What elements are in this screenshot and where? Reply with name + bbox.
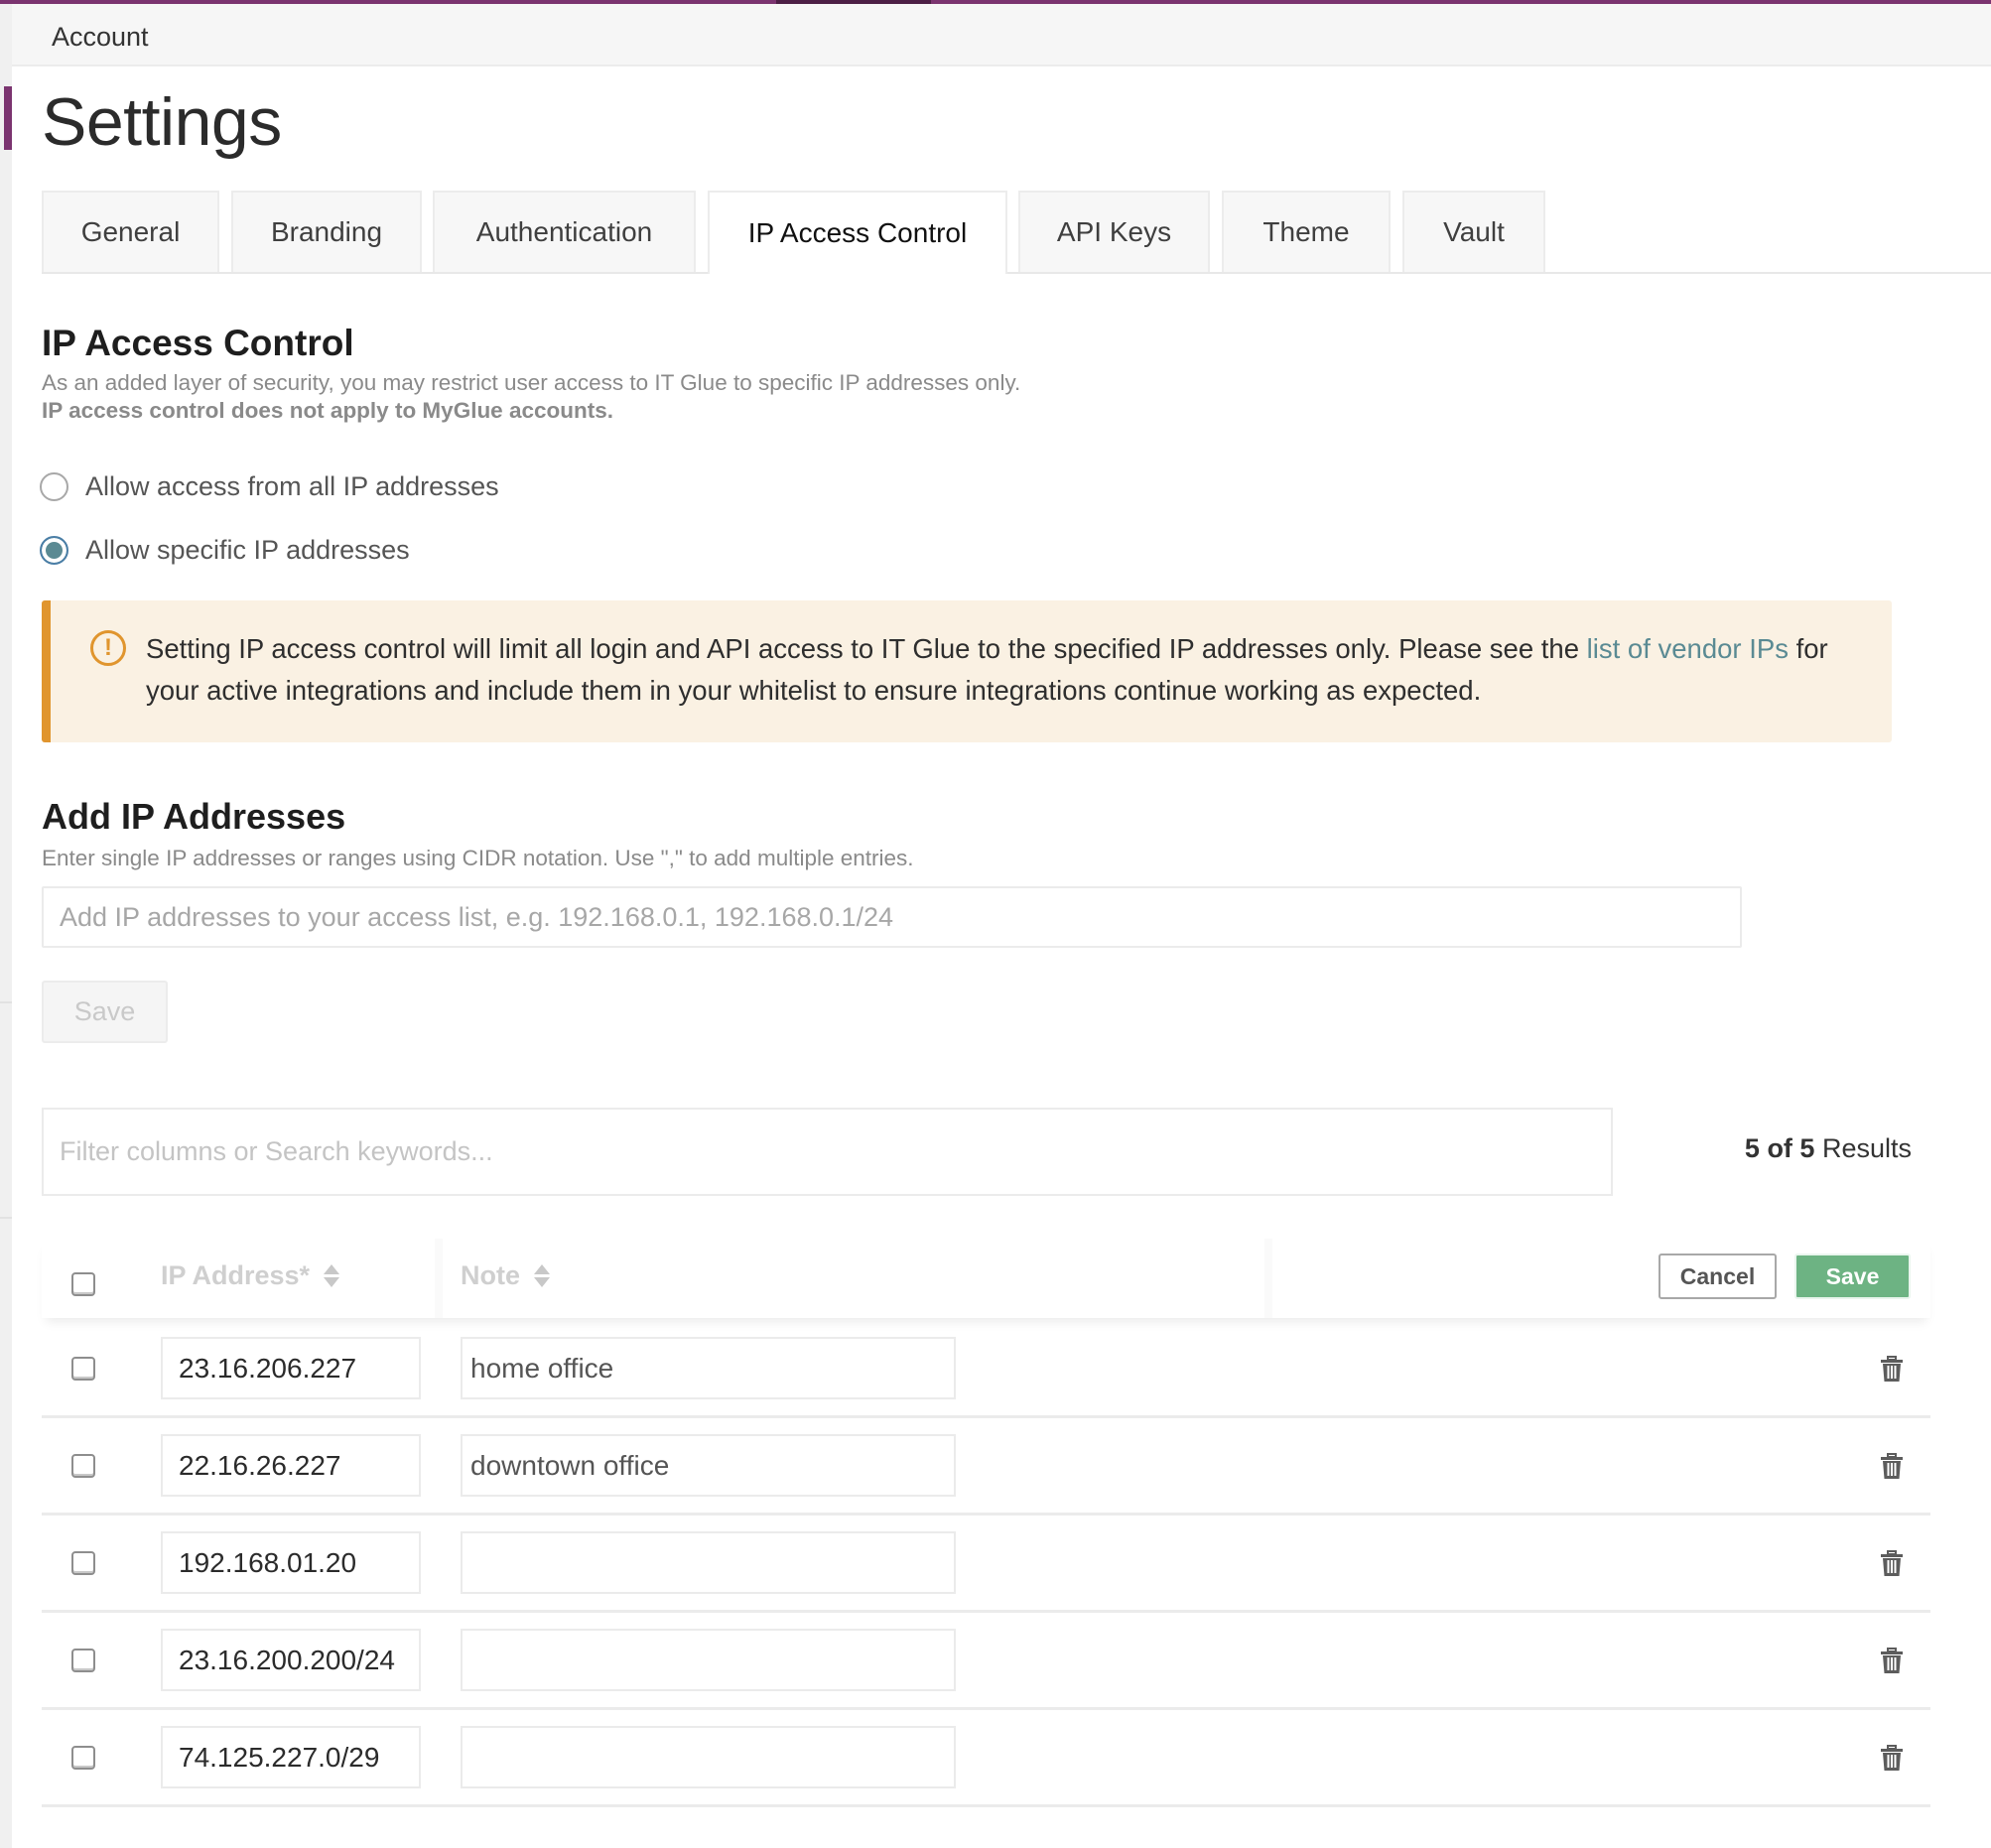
note-input[interactable] [461, 1726, 956, 1788]
sort-icon[interactable] [534, 1264, 550, 1287]
trash-icon[interactable] [1880, 1549, 1904, 1577]
select-all-checkbox[interactable] [71, 1272, 95, 1296]
table-row [42, 1418, 1930, 1516]
table-row [42, 1321, 1930, 1418]
column-divider [1264, 1239, 1272, 1318]
note-input[interactable] [461, 1629, 956, 1691]
section-note: IP access control does not apply to MyGl… [42, 398, 613, 423]
results-label: Results [1814, 1133, 1912, 1163]
table-header: IP Address* Note Cancel Save [42, 1239, 1930, 1318]
ip-address-input[interactable] [161, 1434, 421, 1497]
page-header: Account [12, 4, 1991, 66]
trash-icon[interactable] [1880, 1647, 1904, 1674]
table-row [42, 1516, 1930, 1613]
radio-unchecked[interactable] [40, 472, 68, 501]
row-checkbox[interactable] [71, 1746, 95, 1770]
left-sidebar-strip [0, 4, 12, 1848]
tab-branding[interactable]: Branding [231, 191, 422, 272]
alert-text: Setting IP access control will limit all… [146, 628, 1853, 712]
radio-label: Allow access from all IP addresses [85, 471, 499, 501]
tab-api-keys[interactable]: API Keys [1018, 191, 1210, 272]
results-count: 5 of 5 Results [1745, 1133, 1912, 1164]
tab-vault[interactable]: Vault [1402, 191, 1545, 272]
page-title: Settings [42, 84, 282, 160]
column-ip-address[interactable]: IP Address* [161, 1260, 340, 1291]
active-section-indicator [4, 86, 12, 150]
add-ip-description: Enter single IP addresses or ranges usin… [42, 846, 914, 870]
column-label: IP Address* [161, 1260, 311, 1290]
save-button[interactable]: Save [1794, 1254, 1911, 1299]
settings-tabs: General Branding Authentication IP Acces… [42, 191, 1991, 274]
ip-address-input[interactable] [161, 1337, 421, 1399]
ip-address-input[interactable] [161, 1629, 421, 1691]
radio-allow-specific[interactable]: Allow specific IP addresses [40, 535, 410, 566]
section-description: As an added layer of security, you may r… [42, 370, 1021, 395]
row-checkbox[interactable] [71, 1551, 95, 1575]
breadcrumb-account[interactable]: Account [52, 22, 149, 53]
sidebar-divider [0, 1217, 12, 1219]
trash-icon[interactable] [1880, 1452, 1904, 1480]
note-input[interactable] [461, 1531, 956, 1594]
cancel-button[interactable]: Cancel [1659, 1254, 1777, 1299]
column-note[interactable]: Note [461, 1260, 550, 1291]
ip-address-input[interactable] [161, 1726, 421, 1788]
table-row [42, 1710, 1930, 1807]
radio-label: Allow specific IP addresses [85, 535, 410, 565]
table-row [42, 1613, 1930, 1710]
tab-ip-access-control[interactable]: IP Access Control [708, 191, 1007, 274]
add-ip-save-button[interactable]: Save [42, 981, 168, 1043]
tab-authentication[interactable]: Authentication [433, 191, 696, 272]
trash-icon[interactable] [1880, 1744, 1904, 1772]
row-checkbox[interactable] [71, 1454, 95, 1478]
row-checkbox[interactable] [71, 1649, 95, 1672]
exclamation-circle-icon: ! [90, 630, 126, 666]
add-ip-input[interactable] [42, 886, 1742, 948]
trash-icon[interactable] [1880, 1355, 1904, 1383]
note-input[interactable] [461, 1337, 956, 1399]
tab-theme[interactable]: Theme [1222, 191, 1391, 272]
radio-allow-all[interactable]: Allow access from all IP addresses [40, 471, 499, 502]
warning-alert: ! Setting IP access control will limit a… [42, 600, 1892, 742]
row-checkbox[interactable] [71, 1357, 95, 1381]
column-divider [435, 1239, 443, 1318]
ip-address-input[interactable] [161, 1531, 421, 1594]
alert-text-start: Setting IP access control will limit all… [146, 633, 1587, 664]
results-count-value: 5 of 5 [1744, 1133, 1815, 1163]
vendor-ips-link[interactable]: list of vendor IPs [1587, 633, 1789, 664]
section-title: IP Access Control [42, 323, 354, 363]
note-input[interactable] [461, 1434, 956, 1497]
sort-icon[interactable] [324, 1264, 340, 1287]
sidebar-divider [0, 1001, 12, 1003]
tab-general[interactable]: General [42, 191, 219, 272]
add-ip-title: Add IP Addresses [42, 796, 346, 837]
tabs-baseline [42, 272, 1991, 274]
filter-search-input[interactable] [42, 1108, 1613, 1196]
radio-checked[interactable] [40, 536, 68, 565]
column-label: Note [461, 1260, 520, 1290]
